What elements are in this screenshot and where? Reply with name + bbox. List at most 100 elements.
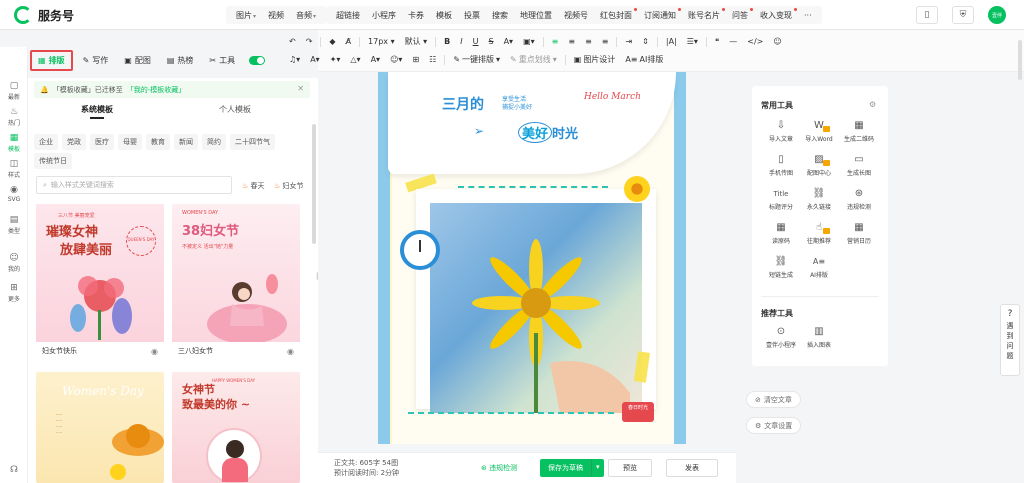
tool-insert-chart[interactable]: ▥ 插入图表 bbox=[802, 326, 836, 349]
article-preview[interactable]: 三月的 享受生活 捕捉小美好 Hello March ➢ 美好 时光 春日时光 bbox=[378, 72, 686, 444]
emoji-icon[interactable]: ☺ bbox=[768, 37, 786, 46]
save-draft-button[interactable]: 保存为草稿 ▾ bbox=[540, 459, 604, 477]
avatar[interactable]: 壹伴 bbox=[988, 6, 1006, 24]
rail-hot[interactable]: ♨ 热门 bbox=[0, 107, 28, 127]
tool-title-score[interactable]: Title 标题评分 bbox=[764, 188, 798, 211]
rail-templates[interactable]: ▦ 模板 bbox=[0, 133, 28, 153]
plugin-toggle[interactable] bbox=[249, 55, 266, 65]
publish-button[interactable]: 发表 bbox=[666, 459, 718, 477]
menu-hyperlink[interactable]: 超链接 bbox=[330, 10, 366, 21]
letter-spacing-icon[interactable]: |A| bbox=[661, 37, 682, 46]
clear-article-button[interactable]: ⊘ 清空文章 bbox=[746, 391, 801, 408]
menu-vote[interactable]: 投票 bbox=[458, 10, 486, 21]
menu-more[interactable]: ··· bbox=[798, 11, 818, 20]
menu-channels[interactable]: 视频号 bbox=[558, 10, 594, 21]
menu-image[interactable]: 图片▾ bbox=[230, 10, 262, 21]
italic-icon[interactable]: I bbox=[455, 37, 467, 46]
rail-help[interactable]: ☊ bbox=[0, 465, 28, 476]
one-click-layout-button[interactable]: ✎ 一键排版 ▾ bbox=[448, 54, 505, 65]
undo-icon[interactable]: ↶ bbox=[284, 37, 301, 46]
gear-icon[interactable]: ⚙ bbox=[869, 100, 876, 109]
tab-images[interactable]: ▣ 配图 bbox=[118, 52, 157, 69]
template-thumbnail[interactable]: WOMEN'S DAY 38妇女节 不被定义 活出"她"力量 bbox=[172, 204, 300, 342]
menu-video[interactable]: 视频 bbox=[262, 10, 290, 21]
text-color-icon[interactable]: A▾ bbox=[305, 55, 325, 64]
article-settings-button[interactable]: ⚙ 文章设置 bbox=[746, 417, 802, 434]
menu-coupon[interactable]: 卡券 bbox=[402, 10, 430, 21]
tab-write[interactable]: ✎ 写作 bbox=[77, 52, 115, 69]
rail-styles[interactable]: ◫ 样式 bbox=[0, 159, 28, 179]
rail-latest[interactable]: ▢ 最新 bbox=[0, 81, 28, 101]
menu-location[interactable]: 地理位置 bbox=[514, 10, 558, 21]
tool-long-image[interactable]: ▭ 生成长图 bbox=[842, 154, 876, 177]
template-card[interactable]: HAPPY WOMEN'S DAY 女神节 致最美的你 ~ bbox=[172, 372, 300, 483]
tab-layout[interactable]: ▦ 排版 bbox=[30, 49, 73, 71]
briefcase-icon[interactable]: ☷ bbox=[424, 55, 441, 64]
tool-permanent-link[interactable]: ⛓ 永久链接 bbox=[802, 188, 836, 211]
table-icon[interactable]: ⊞ bbox=[407, 55, 424, 64]
eye-icon[interactable]: ◉ bbox=[151, 347, 158, 356]
rail-types[interactable]: ▤ 类型 bbox=[0, 215, 28, 235]
align-right-icon[interactable]: ≡ bbox=[580, 37, 597, 46]
tool-import-word[interactable]: W 导入Word bbox=[802, 120, 836, 143]
tool-qrcode[interactable]: ▦ 生成二维码 bbox=[842, 120, 876, 143]
category-chip[interactable]: 传统节日 bbox=[34, 153, 72, 169]
align-justify-icon[interactable]: ≡ bbox=[597, 37, 614, 46]
category-chip[interactable]: 简约 bbox=[202, 134, 226, 150]
template-thumbnail[interactable]: HAPPY WOMEN'S DAY 女神节 致最美的你 ~ bbox=[172, 372, 300, 483]
tool-read-source[interactable]: ▦ 读原码 bbox=[764, 222, 798, 245]
category-chip[interactable]: 医疗 bbox=[90, 134, 114, 150]
spacing-icon[interactable]: ⇕ bbox=[637, 37, 654, 46]
chevron-down-icon[interactable]: ▾ bbox=[591, 459, 604, 477]
sparkle-icon[interactable]: ✦▾ bbox=[325, 55, 346, 64]
category-chip[interactable]: 企业 bbox=[34, 134, 58, 150]
menu-red-packet[interactable]: 红包封面 bbox=[594, 7, 638, 21]
close-icon[interactable]: ✕ bbox=[297, 84, 304, 93]
template-thumbnail[interactable]: 三八节 美丽宠爱 璀璨女神 放肆美丽 QUEEN'S DAY bbox=[36, 204, 164, 342]
align-center-icon[interactable]: ≡ bbox=[563, 37, 580, 46]
format-painter-icon[interactable]: ◆ bbox=[324, 37, 340, 46]
category-chip[interactable]: 党政 bbox=[62, 134, 86, 150]
preview-icon[interactable]: ▯ bbox=[916, 6, 938, 24]
tool-image-center[interactable]: ▨ 配图中心 bbox=[802, 154, 836, 177]
tool-marketing-calendar[interactable]: ▦ 营销日历 bbox=[842, 222, 876, 245]
line-height-select[interactable]: 默认 ▾ bbox=[400, 36, 433, 47]
menu-qa[interactable]: 问答 bbox=[726, 7, 754, 21]
tool-short-link[interactable]: ⛓ 短链生成 bbox=[764, 256, 798, 279]
underline-icon[interactable]: U bbox=[468, 37, 484, 46]
eye-icon[interactable]: ◉ bbox=[287, 347, 294, 356]
menu-template[interactable]: 模板 bbox=[430, 10, 458, 21]
tool-past-recommend[interactable]: ☝ 往期推荐 bbox=[802, 222, 836, 245]
category-chip[interactable]: 教育 bbox=[146, 134, 170, 150]
highlight-icon[interactable]: ▣▾ bbox=[518, 37, 540, 46]
highlight-line-button[interactable]: ✎ 重点划线 ▾ bbox=[505, 54, 562, 65]
category-chip[interactable]: 新闻 bbox=[174, 134, 198, 150]
rail-mine[interactable]: ☺ 我的 bbox=[0, 253, 28, 273]
shield-icon[interactable]: ⛨ bbox=[952, 6, 974, 24]
quote-icon[interactable]: ❝ bbox=[710, 37, 724, 46]
tab-tools[interactable]: ✂ 工具 bbox=[203, 52, 241, 69]
rail-more[interactable]: ⊞ 更多 bbox=[0, 283, 28, 303]
indent-icon[interactable]: ⇥ bbox=[620, 37, 637, 46]
tool-phone-upload[interactable]: ▯ 手机传图 bbox=[764, 154, 798, 177]
menu-miniprogram[interactable]: 小程序 bbox=[366, 10, 402, 21]
rail-svg[interactable]: ◉ SVG bbox=[0, 185, 28, 203]
sticker-icon[interactable]: ☺▾ bbox=[385, 55, 407, 64]
strikethrough-icon[interactable]: S bbox=[484, 37, 499, 46]
violation-check-link[interactable]: ⊛ 违规检测 bbox=[481, 463, 517, 473]
tab-trending[interactable]: ▤ 热榜 bbox=[161, 52, 200, 69]
panel-scrollbar[interactable] bbox=[312, 124, 316, 244]
page-scrollbar[interactable] bbox=[1018, 40, 1022, 80]
menu-monetize[interactable]: 收入变现 bbox=[754, 7, 798, 21]
menu-search[interactable]: 搜索 bbox=[486, 10, 514, 21]
font-size-select[interactable]: 17px ▾ bbox=[363, 37, 400, 46]
music-icon[interactable]: ♫▾ bbox=[284, 55, 305, 64]
tab-personal-templates[interactable]: 个人模板 bbox=[166, 104, 304, 119]
tool-ai-layout[interactable]: A≡ AI排版 bbox=[802, 256, 836, 279]
hot-tag-womens-day[interactable]: ♨ 妇女节 bbox=[274, 181, 304, 191]
tool-yiban-miniprogram[interactable]: ⊙ 壹伴小程序 bbox=[764, 326, 798, 349]
clear-format-icon[interactable]: A̸ bbox=[341, 37, 356, 46]
template-card[interactable]: Women's Day ····· ····· ····· ····· bbox=[36, 372, 164, 483]
ai-layout-button[interactable]: A≡ AI排版 bbox=[620, 54, 668, 65]
text-style-icon[interactable]: A▾ bbox=[366, 55, 386, 64]
